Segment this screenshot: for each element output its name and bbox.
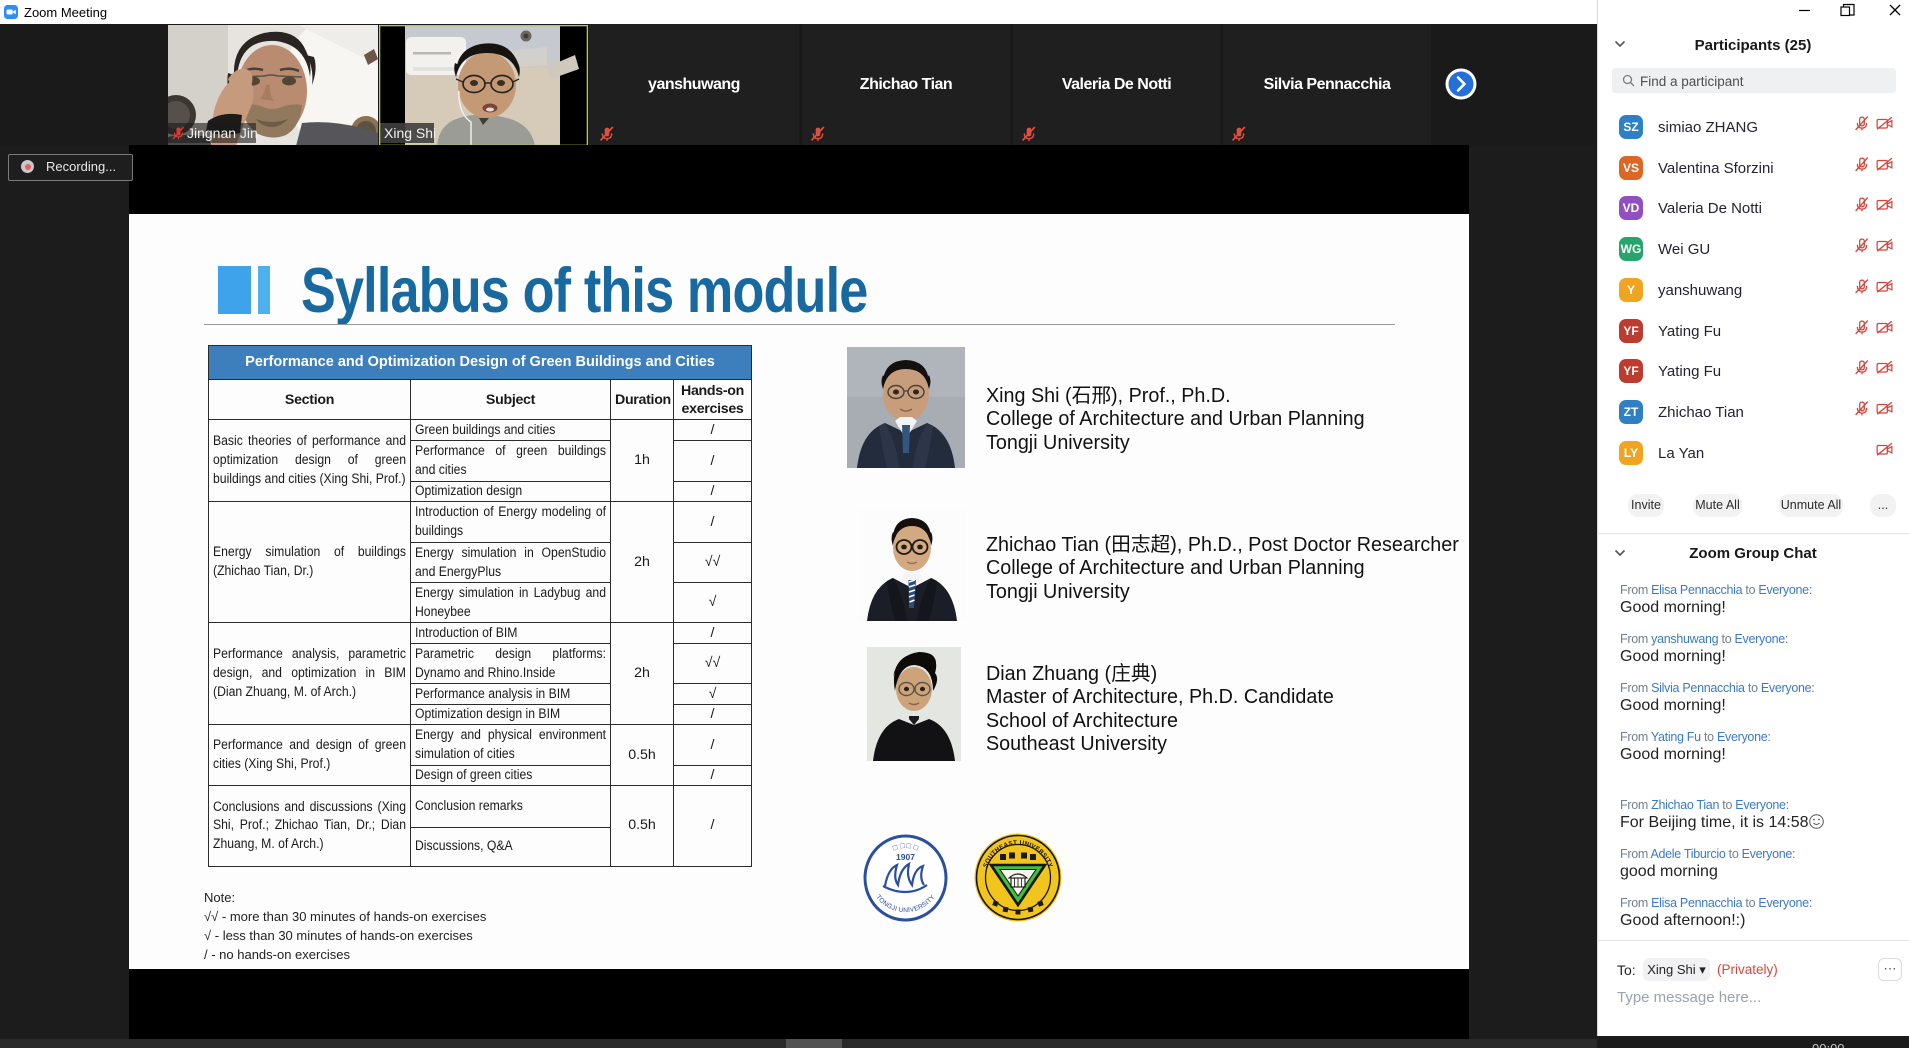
svg-text:Jingnan Jin: Jingnan Jin [187, 125, 258, 141]
svg-text:1907: 1907 [896, 852, 915, 862]
svg-text:Xing Shi: Xing Shi [384, 125, 436, 141]
